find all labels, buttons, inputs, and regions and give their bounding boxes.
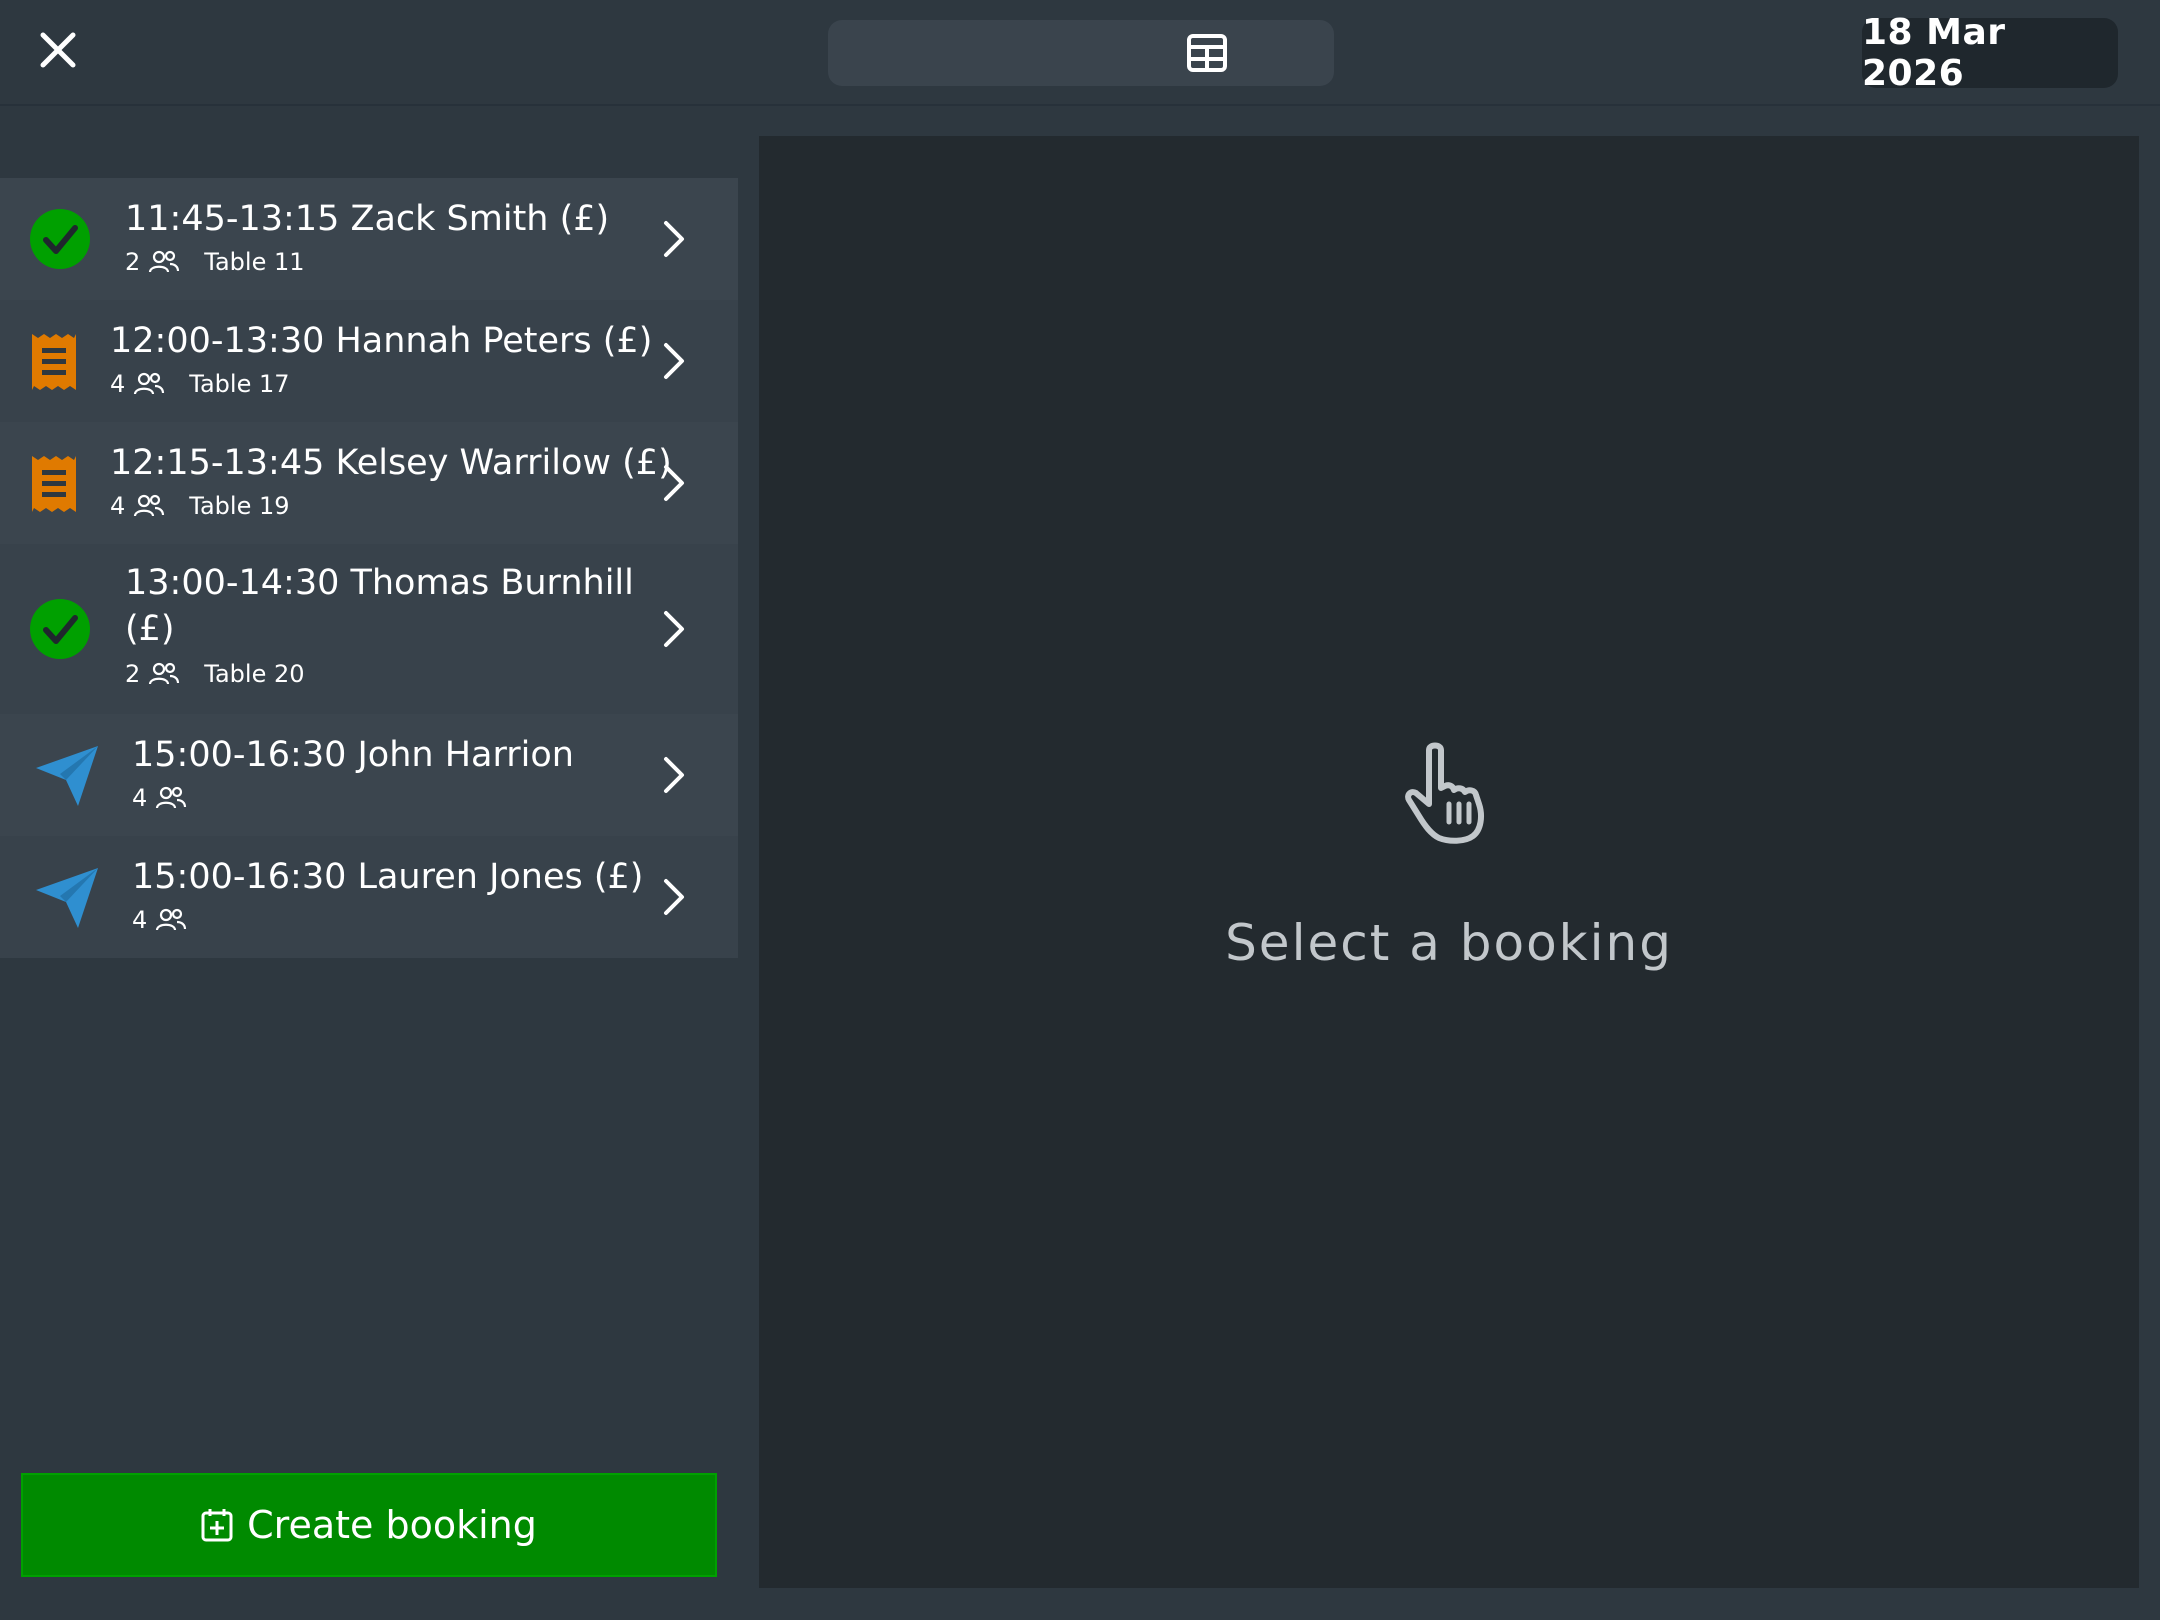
- guest-count: 4: [132, 784, 148, 812]
- booking-row[interactable]: 11:45-13:15 Zack Smith (£) 2 Table 11: [0, 178, 738, 300]
- grid-view-button[interactable]: [1083, 23, 1331, 83]
- booking-row[interactable]: 12:00-13:30 Hannah Peters (£) 4 Table 17: [0, 300, 738, 422]
- guest-count: 4: [110, 492, 126, 520]
- people-icon: [156, 786, 187, 809]
- booking-title: 15:00-16:30 John Harrion: [132, 735, 574, 775]
- booking-row[interactable]: 12:15-13:45 Kelsey Warrilow (£) 4 Table …: [0, 422, 738, 544]
- booking-meta: 4 Table 19: [110, 491, 290, 521]
- chevron-right-icon: [656, 751, 692, 799]
- check-circle-icon: [30, 599, 90, 659]
- paper-plane-icon: [34, 744, 100, 808]
- booking-meta: 2 Table 11: [125, 247, 305, 277]
- people-icon: [134, 372, 165, 395]
- booking-meta: 2 Table 20: [125, 659, 305, 689]
- booking-title: 13:00-14:30 Thomas Burnhill: [125, 563, 634, 603]
- booking-row[interactable]: 15:00-16:30 Lauren Jones (£) 4: [0, 836, 738, 958]
- booking-title: 12:15-13:45 Kelsey Warrilow (£): [110, 443, 672, 483]
- table-label: Table 17: [189, 370, 290, 398]
- booking-meta: 4 Table 17: [110, 369, 290, 399]
- chevron-right-icon: [656, 459, 692, 507]
- receipt-icon: [30, 454, 78, 514]
- pointing-hand-icon: [1405, 742, 1484, 844]
- create-booking-button[interactable]: Create booking: [21, 1473, 717, 1577]
- booking-meta: 4: [132, 783, 187, 813]
- guest-count: 4: [132, 906, 148, 934]
- booking-row[interactable]: 13:00-14:30 Thomas Burnhill (£) 2 Table …: [0, 544, 738, 714]
- table-label: Table 11: [204, 248, 305, 276]
- chevron-right-icon: [656, 337, 692, 385]
- table-label: Table 19: [189, 492, 290, 520]
- calendar-plus-icon: [201, 1509, 233, 1542]
- view-toggle: [828, 20, 1334, 258]
- grid-icon: [1187, 34, 1227, 72]
- people-icon: [149, 662, 180, 685]
- table-label: Table 20: [204, 660, 305, 688]
- chevron-right-icon: [656, 215, 692, 263]
- close-button[interactable]: [30, 22, 86, 78]
- people-icon: [149, 250, 180, 273]
- chevron-right-icon: [656, 873, 692, 921]
- close-icon: [40, 32, 76, 68]
- booking-row[interactable]: 15:00-16:30 John Harrion 4: [0, 714, 738, 836]
- people-icon: [134, 494, 165, 517]
- guest-count: 2: [125, 660, 141, 688]
- booking-title: 11:45-13:15 Zack Smith (£): [125, 199, 610, 239]
- date-selector[interactable]: 18 Mar 2026: [1862, 12, 2118, 94]
- booking-title-continued: (£): [125, 609, 175, 649]
- guest-count: 2: [125, 248, 141, 276]
- people-icon: [156, 908, 187, 931]
- empty-state-text: Select a booking: [1225, 914, 1673, 972]
- check-circle-icon: [30, 209, 90, 269]
- top-bar: 18 Mar 2026: [0, 0, 2160, 258]
- booking-list: 11:45-13:15 Zack Smith (£) 2 Table 11 12…: [0, 178, 738, 958]
- create-booking-label: Create booking: [247, 1503, 537, 1547]
- paper-plane-icon: [34, 866, 100, 930]
- receipt-icon: [30, 332, 78, 392]
- booking-detail-pane: Select a booking: [759, 136, 2139, 1588]
- chevron-right-icon: [656, 605, 692, 653]
- booking-meta: 4: [132, 905, 187, 935]
- booking-title: 15:00-16:30 Lauren Jones (£): [132, 857, 644, 897]
- booking-title: 12:00-13:30 Hannah Peters (£): [110, 321, 653, 361]
- guest-count: 4: [110, 370, 126, 398]
